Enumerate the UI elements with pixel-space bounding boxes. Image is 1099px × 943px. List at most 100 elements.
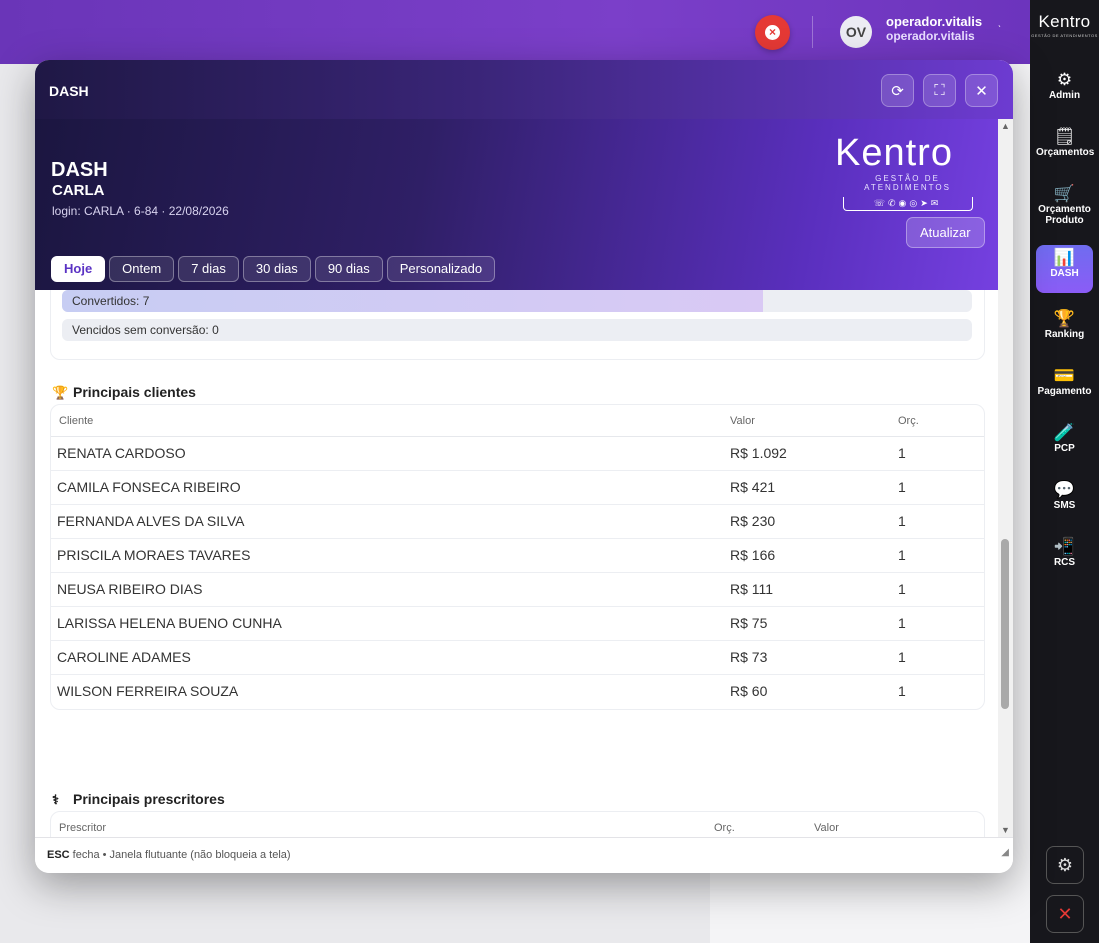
scrollbar-thumb[interactable] (1001, 539, 1009, 709)
scroll-up-icon[interactable]: ▲ (1001, 121, 1010, 131)
cell-valor: R$ 73 (730, 649, 768, 665)
login-info: login: CARLA · 6-84 · 22/08/2026 (52, 204, 229, 218)
resize-handle-icon[interactable]: ◢ (1001, 836, 1009, 870)
tab-7-dias[interactable]: 7 dias (178, 256, 239, 282)
table-row[interactable]: CAROLINE ADAMES R$ 73 1 (51, 641, 984, 675)
column-header-prescritor[interactable]: Prescritor (59, 812, 106, 837)
close-icon: × (765, 25, 780, 40)
table-row[interactable]: CAMILA FONSECA RIBEIRO R$ 421 1 (51, 471, 984, 505)
expired-bar: Vencidos sem conversão: 0 (62, 319, 972, 341)
sidebar-item-label: Ranking (1044, 329, 1085, 340)
cell-orc: 1 (898, 513, 906, 529)
sidebar-item-sms[interactable]: 💬 SMS (1036, 477, 1093, 525)
esc-key-hint: ESC (47, 849, 70, 861)
table-row[interactable]: PRISCILA MORAES TAVARES R$ 166 1 (51, 539, 984, 573)
close-icon: ✕ (975, 82, 988, 100)
converted-label: Convertidos: 7 (72, 294, 150, 308)
sidebar-item-label: Admin (1048, 90, 1081, 101)
sidebar-item-dash[interactable]: 📊 DASH (1036, 245, 1093, 293)
table-row[interactable]: FERNANDA ALVES DA SILVA R$ 230 1 (51, 505, 984, 539)
avatar[interactable]: OV (840, 16, 872, 48)
right-sidebar: Kentro GESTÃO DE ATENDIMENTOS ⚙ Admin 🗒 Or… (1030, 0, 1099, 943)
clients-title-text: Principais clientes (73, 384, 196, 400)
tab-90-dias[interactable]: 90 dias (314, 256, 383, 282)
sidebar-item-orcamento-produto[interactable]: 🛒 Orçamento Produto (1036, 181, 1093, 233)
cell-valor: R$ 421 (730, 479, 776, 495)
scroll-down-icon[interactable]: ▼ (1001, 825, 1010, 835)
clients-table: Cliente Valor Orç. RENATA CARDOSO R$ 1.09… (50, 404, 985, 710)
cell-valor: R$ 1.092 (730, 445, 787, 461)
sidebar-item-orcamentos[interactable]: 🗒 Orçamentos (1036, 124, 1095, 172)
cell-cliente: NEUSA RIBEIRO DIAS (57, 581, 203, 597)
top-bar: × OV operador.vitalis operador.vitalis ˎ (0, 0, 1030, 64)
tab-personalizado[interactable]: Personalizado (386, 256, 496, 282)
sidebar-item-pcp[interactable]: 🧪 PCP (1036, 420, 1093, 468)
period-tabs: Hoje Ontem 7 dias 30 dias 90 dias Person… (51, 256, 496, 282)
column-header-cliente[interactable]: Cliente (59, 405, 93, 437)
settings-button[interactable]: ⚙ (1046, 846, 1084, 884)
modal-title: DASH (49, 83, 89, 99)
chart-icon: 📊 (1053, 248, 1076, 267)
stethoscope-icon: ⚕ (52, 792, 60, 807)
phone-icon: 📲 (1053, 537, 1076, 556)
close-icon: ✕ (1057, 903, 1073, 924)
refresh-button[interactable]: Atualizar (906, 217, 985, 248)
trophy-icon: 🏆 (1053, 309, 1076, 328)
table-row[interactable]: LARISSA HELENA BUENO CUNHA R$ 75 1 (51, 607, 984, 641)
dash-modal: DASH ⟳ ⛶ ✕ DASH CARLA login: CARLA · 6-8… (35, 60, 1013, 873)
table-row[interactable]: NEUSA RIBEIRO DIAS R$ 111 1 (51, 573, 984, 607)
cell-valor: R$ 111 (730, 581, 774, 597)
clipboard-icon: 🗒 (1053, 127, 1076, 146)
cell-valor: R$ 166 (730, 547, 776, 563)
converted-bar-fill (62, 290, 763, 312)
close-session-button[interactable]: × (755, 15, 790, 50)
cell-orc: 1 (898, 581, 906, 597)
column-header-orc[interactable]: Orç. (714, 812, 735, 837)
column-header-valor[interactable]: Valor (730, 405, 755, 437)
prescribers-table: Prescritor Orç. Valor SOLICITAAO PROPRIA… (50, 811, 985, 837)
sidebar-item-label: Orçamento Produto (1038, 204, 1091, 226)
column-header-valor[interactable]: Valor (814, 812, 839, 837)
sidebar-item-admin[interactable]: ⚙ Admin (1036, 67, 1093, 115)
sidebar-item-label: RCS (1053, 557, 1076, 568)
expand-icon: ⛶ (934, 82, 945, 99)
tab-ontem[interactable]: Ontem (109, 256, 175, 282)
tab-30-dias[interactable]: 30 dias (242, 256, 311, 282)
sidebar-item-label: Orçamentos (1036, 147, 1095, 158)
prescribers-section-title: ⚕ Principais prescritores (52, 791, 225, 808)
reload-button[interactable]: ⟳ (881, 74, 914, 107)
sidebar-item-label: DASH (1050, 268, 1079, 279)
testtube-icon: 🧪 (1053, 423, 1076, 442)
close-modal-button[interactable]: ✕ (965, 74, 998, 107)
cell-valor: R$ 75 (730, 615, 768, 631)
cell-cliente: FERNANDA ALVES DA SILVA (57, 513, 245, 529)
logout-button[interactable]: ✕ (1046, 895, 1084, 933)
converted-bar: Convertidos: 7 (62, 290, 972, 312)
user-name[interactable]: operador.vitalis (886, 14, 982, 29)
vertical-scrollbar[interactable]: ▲ ▼ (998, 119, 1013, 837)
dash-content[interactable]: Convertidos: 7 Vencidos sem conversão: 0… (35, 290, 998, 837)
clients-section-title: 🏆 Principais clientes (52, 384, 196, 401)
hero-title: DASH (51, 159, 108, 181)
column-header-orc[interactable]: Orç. (898, 405, 919, 437)
maximize-button[interactable]: ⛶ (923, 74, 956, 107)
cell-orc: 1 (898, 445, 906, 461)
dash-hero: DASH CARLA login: CARLA · 6-84 · 22/08/2… (35, 119, 998, 290)
sidebar-logo-text: Kentro (1038, 12, 1091, 31)
kentro-logo-text: Kentro (835, 132, 953, 174)
cell-valor: R$ 230 (730, 513, 776, 529)
sidebar-item-rcs[interactable]: 📲 RCS (1036, 534, 1093, 582)
user-menu-caret-icon[interactable]: ˎ (998, 17, 1001, 28)
table-row[interactable]: WILSON FERREIRA SOUZA R$ 60 1 (51, 675, 984, 709)
sidebar-item-ranking[interactable]: 🏆 Ranking (1036, 306, 1093, 354)
chat-icon: 💬 (1053, 480, 1076, 499)
channel-icons: ☏✆◉◎➤✉ (842, 197, 973, 211)
tab-hoje[interactable]: Hoje (51, 256, 106, 282)
prescribers-table-header: Prescritor Orç. Valor (51, 812, 984, 837)
sidebar-item-label: PCP (1054, 443, 1075, 454)
trophy-icon: 🏆 (52, 385, 69, 400)
kentro-logo-tagline: GESTÃO DE ATENDIMENTOS (864, 174, 951, 192)
sidebar-item-pagamento[interactable]: 💳 Pagamento (1036, 363, 1093, 411)
cell-orc: 1 (898, 683, 906, 699)
table-row[interactable]: RENATA CARDOSO R$ 1.092 1 (51, 437, 984, 471)
